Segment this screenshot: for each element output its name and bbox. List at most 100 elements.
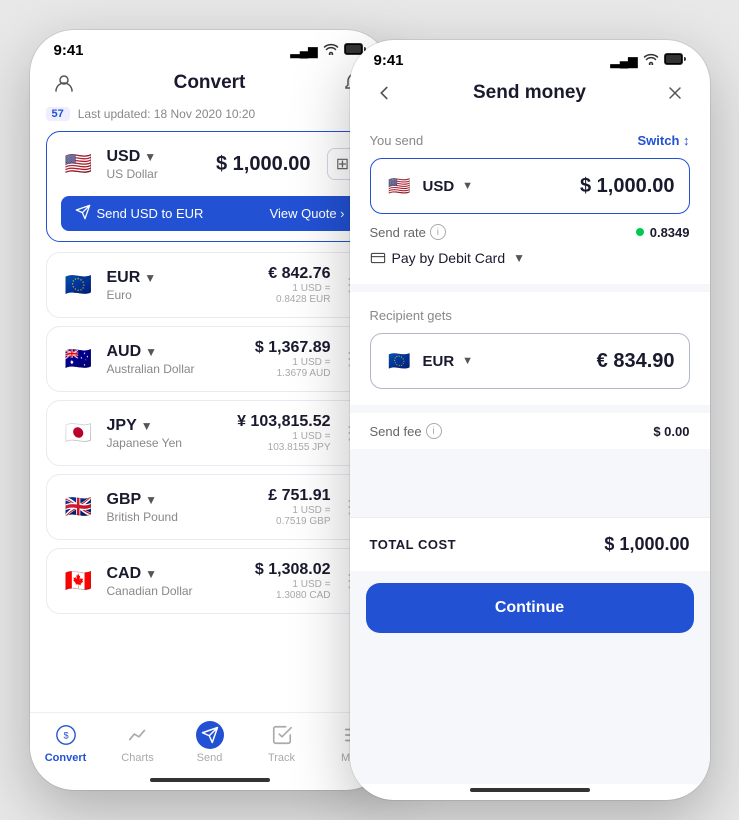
jpy-name: Japanese Yen (107, 436, 182, 450)
aud-row[interactable]: 🇦🇺 AUD ▼ Australian Dollar $ 1,367.89 1 … (46, 326, 374, 392)
charts-nav-icon (124, 721, 152, 749)
total-section: TOTAL COST $ 1,000.00 (350, 517, 710, 571)
page-title-2: Send money (473, 82, 586, 104)
header-2: Send money (350, 73, 710, 117)
phone1-content: 57 Last updated: 18 Nov 2020 10:20 🇺🇸 US… (30, 107, 390, 712)
status-icons-2: ▂▄▆ (611, 53, 686, 68)
nav-track[interactable]: Track (246, 721, 318, 764)
jpy-row[interactable]: 🇯🇵 JPY ▼ Japanese Yen ¥ 103,815.52 1 USD… (46, 400, 374, 466)
send-flag: 🇺🇸 (385, 171, 415, 201)
header-1: Convert (30, 63, 390, 107)
send-amount: $ 1,000.00 (580, 175, 675, 198)
convert-nav-icon: $ (52, 721, 80, 749)
phone-convert: 9:41 ▂▄▆ Convert 57 (30, 30, 390, 790)
usd-code: USD (107, 148, 141, 166)
gbp-flag: 🇬🇧 (61, 489, 97, 525)
battery-icon-2 (664, 53, 686, 68)
total-label: TOTAL COST (370, 537, 457, 552)
phone-send: 9:41 ▂▄▆ Send money (350, 40, 710, 800)
cad-name: Canadian Dollar (107, 584, 193, 598)
nav-send[interactable]: Send (174, 721, 246, 764)
pay-method-chevron: ▼ (513, 251, 525, 265)
cad-flag: 🇨🇦 (61, 563, 97, 599)
eur-amount: € 842.76 (268, 265, 330, 283)
gbp-amount: £ 751.91 (268, 487, 330, 505)
send-rate-label: Send rate i (370, 224, 446, 240)
fee-row: Send fee i $ 0.00 (350, 413, 710, 449)
you-send-label: You send (370, 133, 424, 148)
you-send-label-row: You send Switch ↕ (370, 133, 690, 148)
eur-rate: 1 USD = 0.8428 EUR (268, 283, 330, 305)
aud-name: Australian Dollar (107, 362, 195, 376)
signal-icon-2: ▂▄▆ (611, 54, 638, 68)
total-amount: $ 1,000.00 (604, 534, 689, 555)
status-time-1: 9:41 (54, 42, 84, 59)
gbp-name: British Pound (107, 510, 178, 524)
phones-container: 9:41 ▂▄▆ Convert 57 (30, 20, 710, 800)
recipient-label: Recipient gets (370, 308, 452, 323)
jpy-code: JPY (107, 417, 137, 435)
nav-send-label: Send (197, 752, 223, 764)
send-icon (75, 204, 91, 223)
send-quote-btn[interactable]: Send USD to EUR View Quote › (61, 196, 359, 231)
eur-flag: 🇪🇺 (61, 267, 97, 303)
send-currency-selector[interactable]: 🇺🇸 USD ▼ (385, 171, 474, 201)
gbp-rate: 1 USD = 0.7519 GBP (268, 505, 330, 527)
jpy-rate: 1 USD = 103.8155 JPY (237, 431, 330, 453)
eur-row[interactable]: 🇪🇺 EUR ▼ Euro € 842.76 1 USD = (46, 252, 374, 318)
send-nav-icon (196, 721, 224, 749)
profile-icon[interactable] (50, 69, 78, 97)
update-text: Last updated: 18 Nov 2020 10:20 (78, 107, 255, 121)
signal-icon: ▂▄▆ (291, 44, 318, 58)
fee-label: Send fee i (370, 423, 442, 439)
home-indicator-1 (150, 778, 270, 782)
usd-chevron: ▼ (144, 150, 156, 164)
send-content: You send Switch ↕ 🇺🇸 USD ▼ $ 1,000.00 Se… (350, 117, 710, 784)
pay-method-row[interactable]: Pay by Debit Card ▼ (370, 244, 690, 268)
home-indicator-2 (470, 788, 590, 792)
main-currency-card[interactable]: 🇺🇸 USD ▼ US Dollar $ 1,000.00 ⊞ (46, 131, 374, 242)
send-rate-row: Send rate i 0.8349 (370, 214, 690, 244)
aud-flag: 🇦🇺 (61, 341, 97, 377)
nav-convert[interactable]: $ Convert (30, 721, 102, 764)
recipient-chevron: ▼ (462, 355, 473, 367)
close-icon[interactable] (661, 79, 689, 107)
nav-convert-label: Convert (45, 752, 87, 764)
recipient-code: EUR (423, 353, 455, 370)
wifi-icon (323, 43, 339, 58)
nav-charts[interactable]: Charts (102, 721, 174, 764)
recipient-currency-row[interactable]: 🇪🇺 EUR ▼ € 834.90 (370, 333, 690, 389)
cad-code: CAD (107, 565, 142, 583)
gbp-row[interactable]: 🇬🇧 GBP ▼ British Pound £ 751.91 1 USD = (46, 474, 374, 540)
send-currency-row[interactable]: 🇺🇸 USD ▼ $ 1,000.00 (370, 158, 690, 214)
recipient-flag: 🇪🇺 (385, 346, 415, 376)
back-icon[interactable] (370, 79, 398, 107)
you-send-section: You send Switch ↕ 🇺🇸 USD ▼ $ 1,000.00 Se… (350, 117, 710, 284)
usd-name: US Dollar (107, 167, 158, 181)
view-quote-label: View Quote › (270, 206, 345, 221)
usd-amount: $ 1,000.00 (216, 153, 311, 176)
recipient-amount: € 834.90 (597, 350, 675, 373)
eur-name: Euro (107, 288, 157, 302)
status-time-2: 9:41 (374, 52, 404, 69)
update-badge: 57 (46, 107, 70, 121)
recipient-currency-selector[interactable]: 🇪🇺 EUR ▼ (385, 346, 474, 376)
fee-info-icon[interactable]: i (426, 423, 442, 439)
switch-button[interactable]: Switch ↕ (637, 133, 689, 148)
continue-button[interactable]: Continue (366, 583, 694, 633)
page-title-1: Convert (174, 72, 246, 94)
nav-track-label: Track (268, 752, 295, 764)
fee-value: $ 0.00 (653, 424, 689, 439)
aud-rate: 1 USD = 1.3679 AUD (255, 357, 331, 379)
eur-code: EUR (107, 269, 141, 287)
rate-dot (636, 228, 644, 236)
rate-info-icon[interactable]: i (430, 224, 446, 240)
cad-row[interactable]: 🇨🇦 CAD ▼ Canadian Dollar $ 1,308.02 1 US… (46, 548, 374, 614)
pay-method-label: Pay by Debit Card (392, 250, 506, 266)
status-icons-1: ▂▄▆ (291, 43, 366, 58)
send-label: Send USD to EUR (97, 206, 204, 221)
bottom-nav-1: $ Convert Charts Send Track (30, 712, 390, 774)
usd-flag: 🇺🇸 (61, 146, 97, 182)
recipient-label-row: Recipient gets (370, 308, 690, 323)
debit-card-icon (370, 250, 386, 266)
